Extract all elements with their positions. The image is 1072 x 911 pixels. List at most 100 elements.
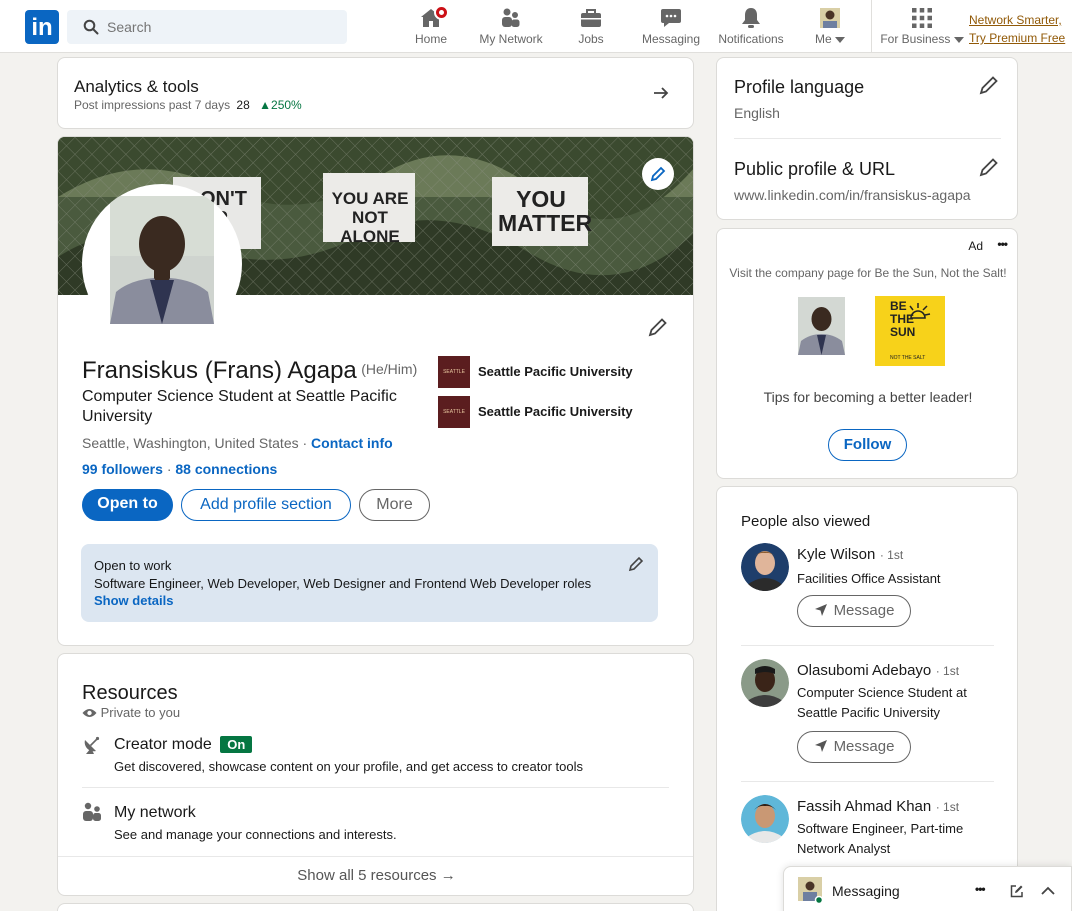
messaging-more-icon[interactable]: ••• [975,882,986,896]
nav-home[interactable]: Home [410,0,452,52]
school-name: Seattle Pacific University [478,364,633,379]
grid-icon [912,8,932,28]
message-button[interactable]: Message [797,595,911,627]
person-name-row: Olasubomi Adebayo · 1st [797,662,959,680]
open-to-work-box: Open to work Software Engineer, Web Deve… [81,544,658,622]
people-also-viewed-title: People also viewed [741,513,871,530]
impressions-change: ▲250% [259,98,302,112]
creator-mode-status-badge: On [220,736,253,753]
profile-settings-card: Profile language English Public profile … [716,57,1018,220]
search-input[interactable] [107,10,337,44]
person-name[interactable]: Olasubomi Adebayo [797,662,931,679]
public-profile-url: www.linkedin.com/in/fransiskus-agapa [734,187,971,203]
person-avatar[interactable] [741,795,789,843]
person-name-row: Kyle Wilson · 1st [797,546,903,564]
school-item[interactable]: SEATTLE PACIFIC Seattle Pacific Universi… [438,356,668,388]
edit-intro-pencil-icon[interactable] [648,317,668,337]
connection-degree: · 1st [935,664,960,678]
top-navigation-bar: in Home My Network Jobs Messaging Notifi… [0,0,1072,53]
school-item[interactable]: SEATTLE PACIFIC Seattle Pacific Universi… [438,396,668,428]
nav-my-network-label: My Network [479,32,543,46]
profile-photo-frame[interactable] [82,184,242,344]
divider [82,787,669,788]
nav-notifications-label: Notifications [718,32,784,46]
show-all-resources-link[interactable]: Show all 5 resources → [58,867,693,884]
edit-open-to-work-pencil-icon[interactable] [628,556,644,572]
compose-icon[interactable] [1010,884,1024,898]
bell-icon [742,8,760,28]
banner-sign-2: YOU ARE NOT ALONE [331,189,409,246]
edit-url-pencil-icon[interactable] [979,157,999,177]
headline-line-1: Computer Science Student at Seattle Paci… [82,388,397,405]
ad-logo-text: BE THE SUN [890,299,916,339]
person-item: Kyle Wilson · 1st Facilities Office Assi… [741,543,1001,643]
nav-home-label: Home [414,32,447,46]
nav-jobs[interactable]: Jobs [570,0,612,52]
caret-down-icon [953,37,964,43]
nav-me[interactable]: Me [810,0,850,52]
more-button[interactable]: More [359,489,430,521]
nav-for-business-label: For Business [879,32,965,46]
premium-line-2: Try Premium Free [969,31,1066,45]
connections-link[interactable]: 88 connections [175,461,277,477]
person-headline-line-1: Facilities Office Assistant [797,571,941,586]
my-network-title: My network [114,804,196,821]
ad-label: Ad [968,239,983,253]
nav-notifications[interactable]: Notifications [714,0,788,52]
profile-language-title: Profile language [734,77,865,97]
nav-my-network[interactable]: My Network [475,0,547,52]
edit-language-pencil-icon[interactable] [979,75,999,95]
analytics-title: Analytics & tools [74,77,199,96]
open-to-button[interactable]: Open to [82,489,173,521]
profile-location-row: Seattle, Washington, United States · Con… [82,435,393,451]
contact-info-link[interactable]: Contact info [311,435,393,451]
chevron-up-icon[interactable] [1041,886,1055,895]
person-name[interactable]: Kyle Wilson [797,546,875,563]
nav-jobs-label: Jobs [578,32,604,46]
profile-photo [110,196,214,324]
person-headline-line-2: Network Analyst [797,841,891,856]
nav-messaging-label: Messaging [641,32,701,46]
premium-upsell-link[interactable]: Network Smarter, Try Premium Free [969,11,1065,47]
caret-down-icon [835,37,845,43]
person-headline: Computer Science Student at Seattle Paci… [797,683,967,723]
connection-degree: · 1st [879,548,904,562]
chat-icon [661,9,681,27]
message-button[interactable]: Message [797,731,911,763]
linkedin-logo[interactable]: in [25,10,59,44]
messaging-overlay[interactable]: Messaging ••• [783,866,1072,911]
my-network-description: See and manage your connections and inte… [114,827,397,842]
people-also-viewed-card: People also viewed Kyle Wilson · 1st Fac… [716,486,1018,911]
search-icon [83,19,99,35]
show-details-link[interactable]: Show details [94,593,173,608]
arrow-right-icon[interactable] [653,86,669,100]
add-profile-section-button[interactable]: Add profile section [181,489,351,521]
banner-sign-3: YOU MATTER [498,186,593,236]
person-avatar[interactable] [741,543,789,591]
search-box[interactable] [67,10,347,44]
analytics-card[interactable]: Analytics & tools Post impressions past … [57,57,694,129]
creator-mode-title: Creator mode [114,736,212,753]
follow-button[interactable]: Follow [828,429,907,461]
ad-company-logo[interactable]: BE THE SUN NOT THE SALT [875,296,945,366]
satellite-dish-icon [84,736,100,754]
person-name[interactable]: Fassih Ahmad Khan [797,798,931,815]
my-network-item[interactable]: My network See and manage your connectio… [82,800,672,850]
ad-logo-subtext: NOT THE SALT [890,355,926,361]
school-logo: SEATTLE PACIFIC [438,356,470,388]
followers-link[interactable]: 99 followers [82,461,163,477]
creator-mode-item[interactable]: Creator mode On Get discovered, showcase… [82,732,672,782]
ad-card: Ad ••• Visit the company page for Be the… [716,228,1018,479]
notification-badge [434,5,449,20]
edit-banner-button[interactable] [642,158,674,190]
analytics-subtitle: Post impressions past 7 days 28 ▲250% [74,98,302,112]
person-avatar[interactable] [741,659,789,707]
messaging-label: Messaging [832,883,900,899]
nav-messaging[interactable]: Messaging [637,0,705,52]
nav-for-business[interactable]: For Business [879,0,965,52]
ad-more-icon[interactable]: ••• [997,237,1008,251]
connection-degree: · 1st [935,800,960,814]
school-logo: SEATTLE PACIFIC [438,396,470,428]
ad-tagline: Tips for becoming a better leader! [763,389,973,405]
avatar [798,877,822,903]
